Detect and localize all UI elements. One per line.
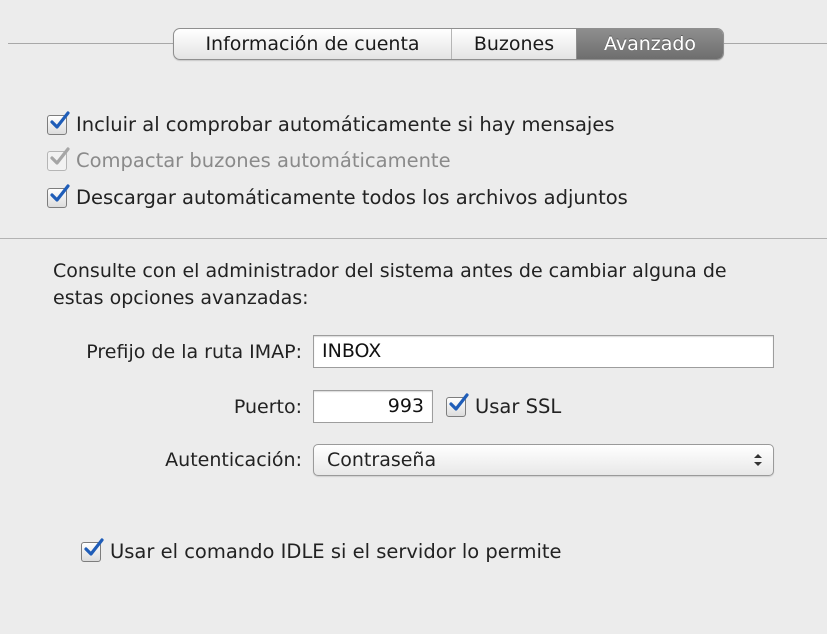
imap-prefix-input[interactable]: INBOX — [313, 335, 774, 368]
authentication-label: Autenticación: — [165, 449, 302, 471]
port-label: Puerto: — [233, 396, 302, 418]
tab-account-info[interactable]: Información de cuenta — [174, 29, 452, 59]
section-divider — [0, 238, 827, 239]
checkmark-icon — [50, 146, 70, 165]
authentication-selected-value: Contraseña — [327, 449, 437, 471]
checkmark-icon — [50, 183, 70, 202]
advanced-warning-note: Consulte con el administrador del sistem… — [53, 260, 727, 309]
use-idle-checkbox[interactable] — [81, 537, 104, 562]
tab-mailboxes[interactable]: Buzones — [452, 29, 577, 59]
checkmark-icon — [50, 110, 70, 129]
include-auto-check-option[interactable]: Incluir al comprobar automáticamente si … — [47, 110, 615, 136]
use-idle-option[interactable]: Usar el comando IDLE si el servidor lo p… — [81, 537, 562, 563]
checkmark-icon — [449, 392, 469, 411]
imap-prefix-label: Prefijo de la ruta IMAP: — [86, 341, 302, 363]
tab-bar: Información de cuenta Buzones Avanzado — [173, 28, 724, 60]
checkmark-icon — [84, 537, 104, 556]
compact-mailboxes-checkbox — [47, 146, 70, 171]
tab-advanced[interactable]: Avanzado — [577, 29, 723, 59]
port-input[interactable]: 993 — [313, 390, 433, 423]
compact-mailboxes-label: Compactar buzones automáticamente — [76, 149, 451, 172]
use-idle-label: Usar el comando IDLE si el servidor lo p… — [110, 540, 562, 563]
include-auto-check-label: Incluir al comprobar automáticamente si … — [76, 113, 615, 136]
download-attachments-label: Descargar automáticamente todos los arch… — [76, 186, 628, 209]
use-ssl-option[interactable]: Usar SSL — [446, 392, 562, 418]
authentication-popup[interactable]: Contraseña — [313, 444, 774, 476]
popup-arrows-icon — [754, 454, 762, 466]
preferences-pane: Información de cuenta Buzones Avanzado I… — [0, 0, 827, 634]
download-attachments-option[interactable]: Descargar automáticamente todos los arch… — [47, 183, 628, 209]
compact-mailboxes-option: Compactar buzones automáticamente — [47, 146, 451, 172]
include-auto-check-checkbox[interactable] — [47, 110, 70, 135]
use-ssl-checkbox[interactable] — [446, 392, 469, 417]
use-ssl-label: Usar SSL — [475, 395, 562, 418]
download-attachments-checkbox[interactable] — [47, 183, 70, 208]
